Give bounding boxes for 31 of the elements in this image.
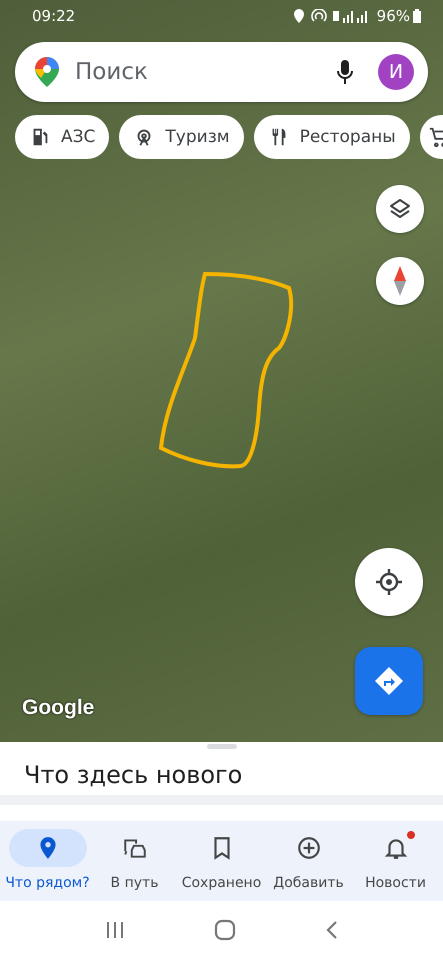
search-placeholder: Поиск bbox=[75, 59, 149, 85]
map-attribution: Google bbox=[22, 696, 94, 720]
layers-icon bbox=[388, 197, 412, 221]
battery-icon bbox=[413, 9, 421, 23]
account-avatar[interactable]: И bbox=[378, 54, 414, 90]
battery-percent: 96% bbox=[376, 7, 410, 25]
compass-icon bbox=[393, 266, 407, 296]
category-chip[interactable]: АЗС bbox=[15, 115, 110, 159]
directions-button[interactable] bbox=[355, 647, 423, 715]
home-icon[interactable] bbox=[214, 919, 236, 941]
category-chip[interactable]: Туризм bbox=[119, 115, 244, 159]
directions-icon bbox=[374, 666, 404, 696]
status-time: 09:22 bbox=[32, 7, 76, 25]
hotspot-icon bbox=[310, 9, 327, 23]
drag-handle[interactable] bbox=[206, 744, 236, 749]
search-field[interactable]: Поиск И bbox=[15, 42, 428, 102]
recent-apps-icon[interactable] bbox=[104, 921, 124, 939]
crosshair-icon bbox=[375, 568, 403, 596]
back-icon[interactable] bbox=[324, 920, 338, 940]
nav-tab[interactable]: Новости bbox=[352, 821, 439, 901]
microphone-icon[interactable] bbox=[336, 59, 354, 85]
category-chip[interactable]: Рестораны bbox=[254, 115, 410, 159]
cart-icon bbox=[428, 126, 443, 148]
nav-tab[interactable]: Сохранено bbox=[178, 821, 265, 901]
sheet-title: Что здесь нового bbox=[23, 760, 244, 791]
nav-tab[interactable]: Добавить bbox=[265, 821, 352, 901]
nav-tab[interactable]: Что рядом? bbox=[4, 821, 91, 901]
plus-circle-icon bbox=[296, 835, 322, 861]
nav-tab[interactable]: В путь bbox=[91, 821, 178, 901]
location-icon bbox=[292, 9, 305, 23]
map-pin-logo-icon bbox=[35, 57, 59, 87]
